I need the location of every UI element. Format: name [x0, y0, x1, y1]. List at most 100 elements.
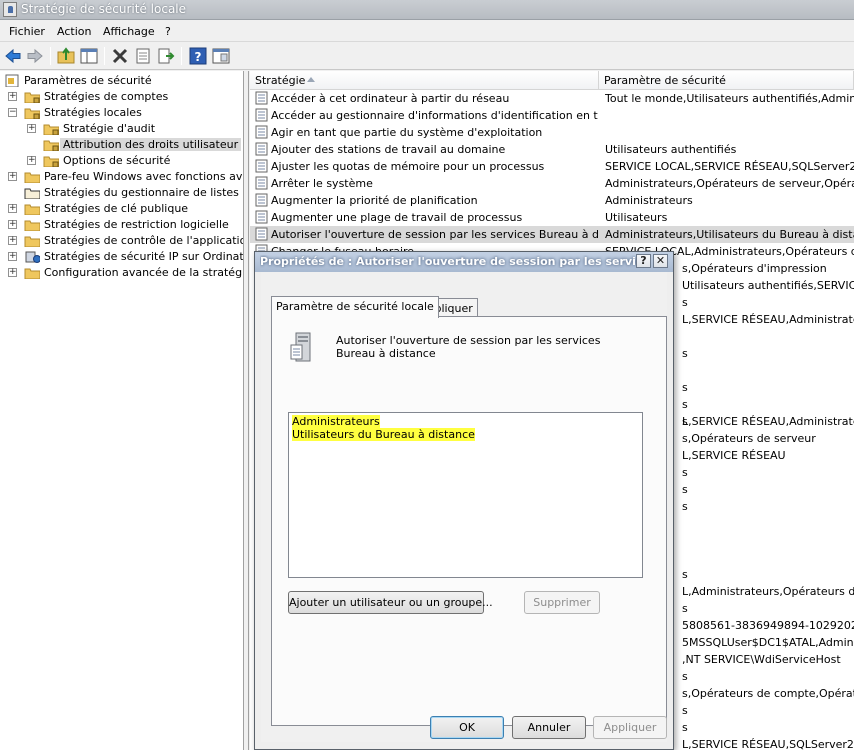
policy-icon — [255, 210, 268, 224]
policy-setting-fragment: 5808561-3836949894-1029202756-1 — [682, 619, 854, 632]
policy-setting-fragment: Utilisateurs authentifiés,SERVICE LOCA — [682, 279, 854, 292]
menu-action[interactable]: Action — [57, 25, 91, 38]
tree-item-sécurité-ip[interactable]: + Stratégies de sécurité IP sur Ordinate… — [0, 249, 243, 265]
tree-expander[interactable]: + — [8, 204, 17, 213]
folder-lock-icon — [43, 124, 59, 135]
tree-item-attribution-des-droits[interactable]: Attribution des droits utilisateur — [0, 137, 243, 153]
policy-name: Autoriser l'ouverture de session par les… — [271, 228, 598, 241]
tree-item-restriction-logicielle[interactable]: + Stratégies de restriction logicielle — [0, 217, 243, 233]
tree-expander[interactable]: + — [8, 268, 17, 277]
policy-setting-fragment: L,SERVICE RÉSEAU,Administrateurs,S — [682, 415, 854, 428]
menu-help[interactable]: ? — [165, 25, 171, 38]
policy-setting-fragment: s — [682, 347, 688, 360]
list-row[interactable]: Ajouter des stations de travail au domai… — [250, 141, 854, 158]
folder-icon — [24, 172, 40, 183]
help-button[interactable]: ? — [636, 254, 651, 268]
tree-expander[interactable]: + — [8, 252, 17, 261]
tree-expander[interactable]: + — [8, 92, 17, 101]
policy-setting-fragment: L,SERVICE RÉSEAU,Administrateurs,S — [682, 313, 854, 326]
policy-setting-fragment: L,SERVICE RÉSEAU — [682, 449, 786, 462]
tab-panel: Autoriser l'ouverture de session par les… — [271, 316, 667, 726]
tree-item-security-settings[interactable]: Paramètres de sécurité — [0, 73, 243, 89]
ok-button[interactable]: OK — [430, 716, 504, 739]
tree-expander[interactable]: − — [8, 108, 17, 117]
policy-setting-fragment: s — [682, 296, 688, 309]
help-icon[interactable]: ? — [189, 47, 207, 65]
tree-expander[interactable]: + — [8, 236, 17, 245]
window-title-bar: Stratégie de sécurité locale — [0, 0, 854, 20]
policy-setting-fragment: 5MSSQLUser$DC1$ATAL,Administrate — [682, 636, 854, 649]
show-tree-icon[interactable] — [80, 47, 98, 65]
tab-paramètre-sécurité-locale[interactable]: Paramètre de sécurité locale — [271, 296, 439, 318]
tree-item-configuration-avancée[interactable]: + Configuration avancée de la stratégie … — [0, 265, 243, 281]
tree-item-options-de-sécurité[interactable]: + Options de sécurité — [0, 153, 243, 169]
menu-fichier[interactable]: Fichier — [9, 25, 45, 38]
policy-icon — [255, 91, 268, 105]
tree-item-stratégies-locales[interactable]: − Stratégies locales — [0, 105, 243, 121]
svg-text:?: ? — [195, 50, 202, 64]
list-row[interactable]: Ajuster les quotas de mémoire pour un pr… — [250, 158, 854, 175]
members-listbox[interactable]: Administrateurs Utilisateurs du Bureau à… — [288, 412, 643, 578]
column-header-stratégie[interactable]: Stratégie — [250, 71, 599, 90]
tree-item-pare-feu[interactable]: + Pare-feu Windows avec fonctions avancé — [0, 169, 243, 185]
tree-expander[interactable]: + — [8, 172, 17, 181]
policy-setting-fragment: s,Opérateurs d'impression — [682, 262, 827, 275]
dialog-title: Propriétés de : Autoriser l'ouverture de… — [260, 255, 640, 268]
column-header-label: Paramètre de sécurité — [604, 74, 726, 87]
member-item[interactable]: Utilisateurs du Bureau à distance — [292, 428, 475, 441]
cancel-button[interactable]: Annuler — [512, 716, 586, 739]
policy-setting: Administrateurs,Utilisateurs du Bureau à… — [605, 228, 854, 241]
list-row[interactable]: Augmenter la priorité de planification A… — [250, 192, 854, 209]
export-icon[interactable] — [157, 47, 175, 65]
policy-icon — [255, 159, 268, 173]
policy-name: Arrêter le système — [271, 177, 373, 190]
policy-setting-fragment: s — [682, 466, 688, 479]
close-button[interactable]: ✕ — [653, 254, 668, 268]
remove-button[interactable]: Supprimer — [524, 591, 600, 614]
back-arrow-icon[interactable] — [4, 47, 22, 65]
forward-arrow-icon[interactable] — [26, 47, 44, 65]
policy-setting: Utilisateurs — [605, 211, 668, 224]
tree-item-clé-publique[interactable]: + Stratégies de clé publique — [0, 201, 243, 217]
policy-icon — [255, 108, 268, 122]
tree-expander[interactable]: + — [8, 220, 17, 229]
apply-button[interactable]: Appliquer — [593, 716, 667, 739]
up-folder-icon[interactable] — [57, 47, 75, 65]
tree-item-stratégie-d-audit[interactable]: + Stratégie d'audit — [0, 121, 243, 137]
column-header-paramètre[interactable]: Paramètre de sécurité — [599, 71, 854, 90]
list-row[interactable]: Accéder au gestionnaire d'informations d… — [250, 107, 854, 124]
list-row[interactable]: Arrêter le système Administrateurs,Opéra… — [250, 175, 854, 192]
tree-expander[interactable]: + — [27, 156, 36, 165]
delete-icon[interactable] — [111, 47, 129, 65]
console-icon[interactable] — [212, 47, 230, 65]
member-item[interactable]: Administrateurs — [292, 415, 380, 428]
folder-icon — [24, 268, 40, 279]
policy-name: Augmenter une plage de travail de proces… — [271, 211, 523, 224]
folder-lock-icon — [43, 156, 59, 167]
tab-label: Paramètre de sécurité locale — [276, 300, 434, 313]
policy-setting-fragment: ,NT SERVICE\WdiServiceHost — [682, 653, 841, 666]
dialog-title-bar[interactable]: Propriétés de : Autoriser l'ouverture de… — [255, 252, 673, 272]
list-row[interactable]: Augmenter une plage de travail de proces… — [250, 209, 854, 226]
policy-setting-fragment: s,Opérateurs de serveur — [682, 432, 816, 445]
policy-setting-fragment: s — [682, 500, 688, 513]
tree-item-contrôle-application[interactable]: + Stratégies de contrôle de l'applicatio… — [0, 233, 243, 249]
list-row-selected[interactable]: Autoriser l'ouverture de session par les… — [250, 226, 854, 243]
policy-setting-fragment: s — [682, 602, 688, 615]
policy-setting-fragment: L,SERVICE RÉSEAU,SQLServer2005M — [682, 738, 854, 750]
list-row[interactable]: Accéder à cet ordinateur à partir du rés… — [250, 90, 854, 107]
folder-icon — [24, 220, 40, 231]
tree-item-stratégies-de-comptes[interactable]: + Stratégies de comptes — [0, 89, 243, 105]
tree-expander[interactable]: + — [27, 124, 36, 133]
list-row[interactable]: Agir en tant que partie du système d'exp… — [250, 124, 854, 141]
policy-icon — [255, 227, 268, 241]
dialog-body: Paramètre de sécurité locale Expliquer A… — [261, 272, 667, 742]
add-user-or-group-button[interactable]: Ajouter un utilisateur ou un groupe... — [288, 591, 493, 614]
tree-item-label: Configuration avancée de la stratégie d'… — [44, 266, 243, 279]
tree-item-gestionnaire-listes[interactable]: Stratégies du gestionnaire de listes de … — [0, 185, 243, 201]
pane-splitter[interactable] — [244, 71, 249, 750]
properties-icon[interactable] — [134, 47, 152, 65]
policy-setting: Administrateurs — [605, 194, 693, 207]
menu-affichage[interactable]: Affichage — [103, 25, 155, 38]
tree-item-label: Options de sécurité — [63, 154, 171, 167]
